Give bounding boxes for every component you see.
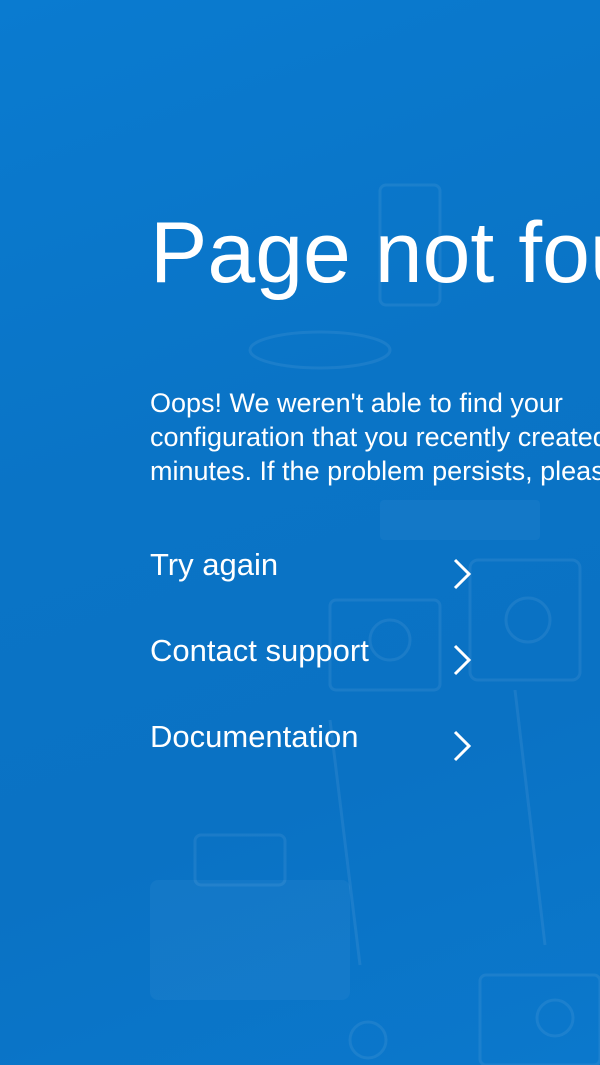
error-message-line: minutes. If the problem persists, please [150,456,600,486]
try-again-label: Try again [150,547,279,582]
try-again-link[interactable]: Try again [150,540,480,626]
chevron-right-icon [453,730,472,762]
page-title: Page not found [150,205,600,301]
action-links: Try again Contact support Documentation [150,540,480,798]
error-message-line: configuration that you recently created [150,422,600,452]
contact-support-label: Contact support [150,633,369,668]
error-content: Page not found Oops! We weren't able to … [150,0,600,1065]
contact-support-link[interactable]: Contact support [150,626,480,712]
chevron-right-icon [453,558,472,590]
documentation-label: Documentation [150,719,359,754]
chevron-right-icon [453,644,472,676]
error-message-line: Oops! We weren't able to find your [150,388,563,418]
documentation-link[interactable]: Documentation [150,712,480,798]
error-message: Oops! We weren't able to find your confi… [150,386,600,488]
